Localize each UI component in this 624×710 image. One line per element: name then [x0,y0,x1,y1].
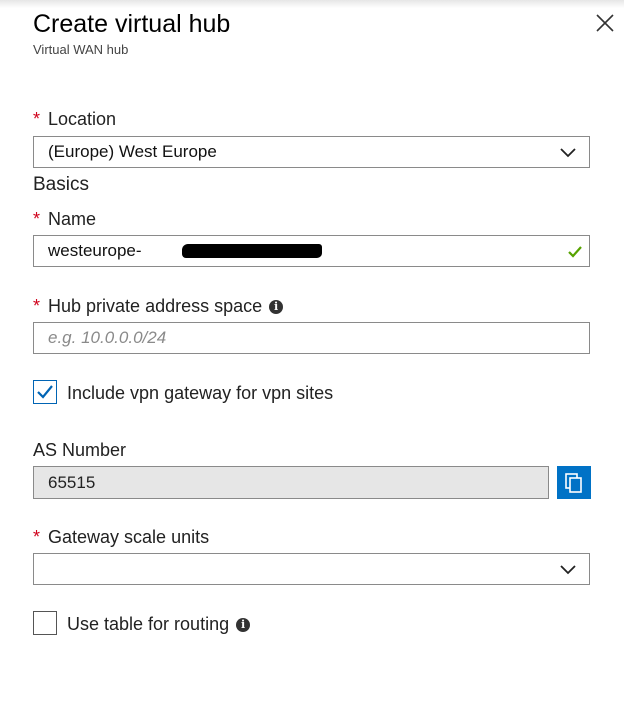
required-asterisk: * [33,527,41,547]
info-icon[interactable]: i [236,618,251,633]
location-value: (Europe) West Europe [48,142,217,161]
address-space-label-row: * Hub private address space i [33,295,284,317]
routing-table-label: Use table for routing [67,614,230,634]
as-number-label: AS Number [33,440,127,460]
redaction-mark [182,244,322,258]
address-space-label: Hub private address space [48,296,263,316]
checkmark-icon [568,246,582,258]
name-label-row: * Name [33,208,96,230]
name-value: westeurope- [48,241,142,260]
top-shadow [0,0,624,8]
copy-button[interactable] [557,466,591,499]
name-input[interactable]: westeurope- [33,235,590,267]
gateway-scale-label: Gateway scale units [48,527,210,547]
basics-section-title: Basics [33,174,89,195]
location-dropdown[interactable]: (Europe) West Europe [33,136,590,168]
copy-icon [565,473,582,493]
location-label: Location [48,109,117,129]
address-space-placeholder: e.g. 10.0.0.0/24 [48,328,167,347]
name-label: Name [48,209,97,229]
checkmark-icon [37,385,53,399]
vpn-gateway-label: Include vpn gateway for vpn sites [67,383,334,403]
vpn-gateway-checkbox[interactable] [33,380,57,404]
address-space-input[interactable]: e.g. 10.0.0.0/24 [33,322,590,354]
routing-table-label-row: Use table for routing i [67,613,251,635]
as-number-value: 65515 [48,473,96,492]
gateway-scale-label-row: * Gateway scale units [33,526,209,548]
location-label-row: * Location [33,108,116,130]
required-asterisk: * [33,296,41,316]
create-virtual-hub-blade: Create virtual hub Virtual WAN hub * Loca… [0,0,624,710]
info-icon[interactable]: i [269,300,284,315]
chevron-down-icon [560,148,576,158]
routing-table-checkbox[interactable] [33,611,57,635]
required-asterisk: * [33,109,41,129]
as-number-field: 65515 [33,466,549,499]
close-button[interactable] [594,12,616,34]
close-icon [596,14,614,32]
page-subtitle: Virtual WAN hub [33,42,129,57]
gateway-scale-dropdown[interactable] [33,553,590,585]
chevron-down-icon [560,565,576,575]
required-asterisk: * [33,209,41,229]
page-title: Create virtual hub [33,10,231,38]
